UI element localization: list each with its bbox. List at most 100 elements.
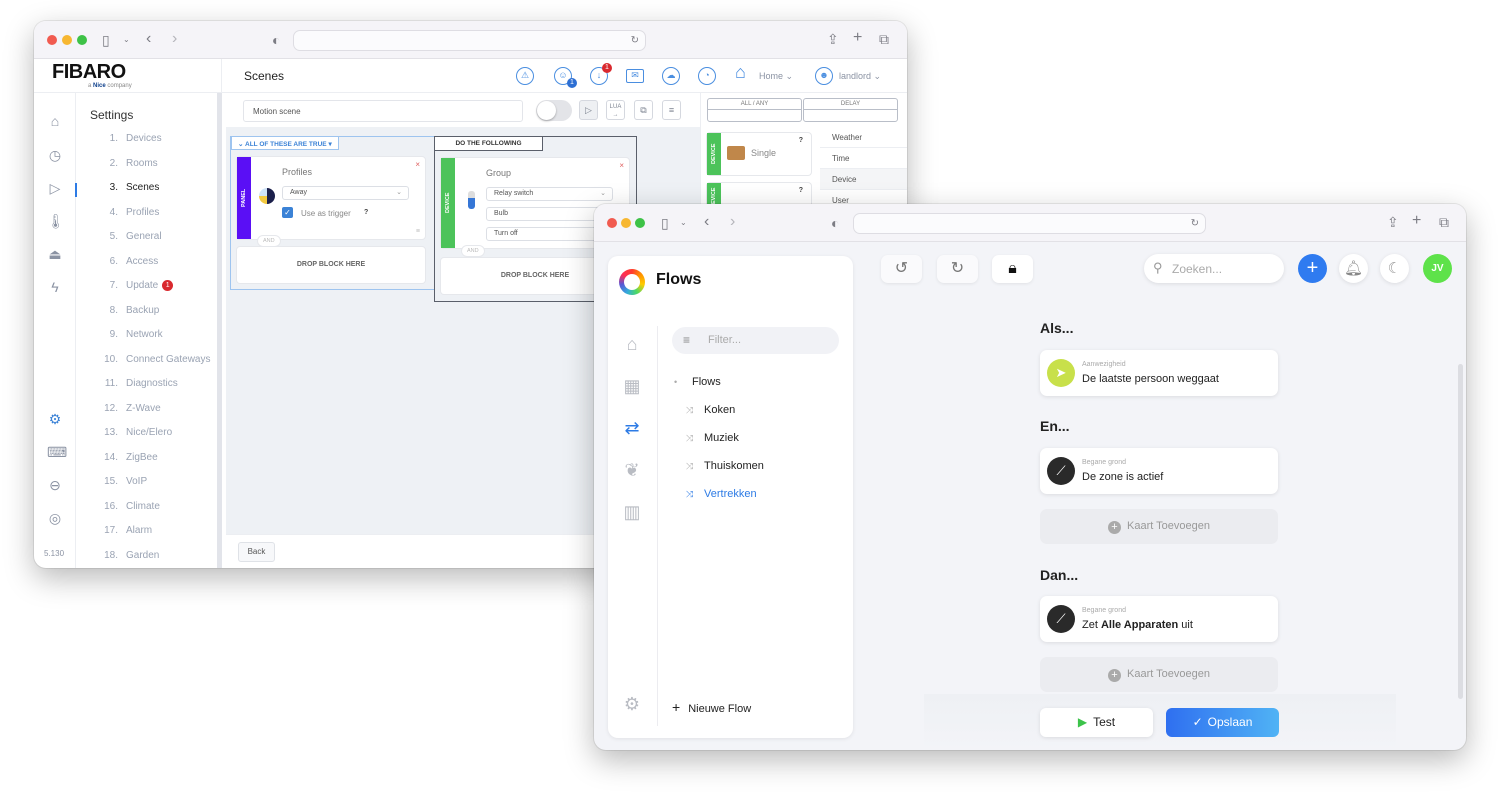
block-category-tab[interactable]: Device <box>820 169 907 190</box>
run-scene-button[interactable]: ▷ <box>579 100 598 120</box>
user-menu[interactable]: landlord ⌄ <box>839 71 881 82</box>
forward-icon[interactable]: › <box>172 31 177 47</box>
settings-nav-item[interactable]: 9. Network <box>76 329 216 347</box>
convert-to-lua-button[interactable]: LUA → <box>606 100 625 120</box>
user-avatar[interactable]: JV <box>1423 254 1452 283</box>
terminal-icon[interactable]: ⌨ <box>47 444 67 460</box>
notifications-bell-icon[interactable]: 🔔︎ <box>1339 254 1368 283</box>
settings-nav-item[interactable]: 2. Rooms <box>76 158 216 176</box>
home-selector[interactable]: Home ⌄ <box>759 71 793 82</box>
trigger-checkbox[interactable]: ✓ <box>282 207 293 218</box>
undo-button[interactable]: ↺ <box>881 255 922 283</box>
weather-icon[interactable]: ☁ <box>662 67 680 85</box>
address-bar[interactable]: ↻ <box>853 213 1206 234</box>
alarm-icon[interactable]: ⏏ <box>47 246 63 262</box>
all-any-block[interactable]: ALL / ANY <box>707 98 802 122</box>
settings-nav-item[interactable]: 10. Connect Gateways <box>76 354 216 372</box>
flow-list-item[interactable]: ⤨ Vertrekken <box>686 488 757 500</box>
share-icon[interactable]: ⇪ <box>1387 215 1399 229</box>
close-window-button[interactable] <box>47 35 57 45</box>
insights-chart-icon[interactable]: ▥ <box>622 502 642 522</box>
profiles-condition-block[interactable]: PANEL × Profiles Away ⌄ ✓ Use as trigger … <box>237 157 425 239</box>
settings-nav-item[interactable]: 11. Diagnostics <box>76 378 216 396</box>
close-window-button[interactable] <box>607 218 617 228</box>
home-icon[interactable]: ⌂ <box>622 334 642 354</box>
scene-enable-toggle[interactable] <box>536 100 572 121</box>
settings-nav-item[interactable]: 14. ZigBee <box>76 452 216 470</box>
settings-gear-icon[interactable]: ⚙ <box>622 694 642 714</box>
scene-name-input[interactable]: Motion scene <box>243 100 523 122</box>
new-flow-button[interactable]: + Nieuwe Flow <box>672 699 751 715</box>
energy-leaf-icon[interactable]: ❦ <box>622 460 642 480</box>
tabs-overview-icon[interactable]: ⧉ <box>879 32 889 46</box>
dashboard-gauge-icon[interactable]: ◔ <box>698 67 716 85</box>
user-avatar-icon[interactable]: ☻ <box>815 67 833 85</box>
energy-icon[interactable]: ϟ <box>47 279 63 295</box>
add-action-card-button[interactable]: + Kaart Toevoegen <box>1040 657 1278 692</box>
settings-nav-item[interactable]: 15. VoIP <box>76 476 216 494</box>
remove-block-icon[interactable]: × <box>415 160 420 169</box>
condition-card[interactable]: ⟋ Begane grond De zone is actief <box>1040 448 1278 494</box>
add-button[interactable]: + <box>1298 254 1327 283</box>
address-bar[interactable]: ↻ <box>293 30 646 51</box>
device-type-select[interactable]: Relay switch ⌄ <box>486 187 613 201</box>
add-condition-card-button[interactable]: + Kaart Toevoegen <box>1040 509 1278 544</box>
conditions-mode-dropdown[interactable]: ⌄ ALL OF THESE ARE TRUE ▾ <box>231 136 339 150</box>
back-button[interactable]: Back <box>238 542 275 562</box>
tabs-overview-icon[interactable]: ⧉ <box>1439 215 1449 229</box>
scene-menu-button[interactable]: ≡ <box>662 100 681 120</box>
flows-shuffle-icon[interactable]: ⇄ <box>622 418 642 438</box>
trigger-card[interactable]: ➤ Aanwezigheid De laatste persoon weggaa… <box>1040 350 1278 396</box>
settings-nav-item[interactable]: 7. Update 1 <box>76 280 216 298</box>
settings-nav-item[interactable]: 16. Climate <box>76 501 216 519</box>
network-icon[interactable]: ⊖ <box>47 477 63 493</box>
settings-nav-item[interactable]: 12. Z-Wave <box>76 403 216 421</box>
back-icon[interactable]: ‹ <box>704 214 709 230</box>
redo-button[interactable]: ↻ <box>937 255 978 283</box>
flow-list-item[interactable]: ⤨ Koken <box>686 404 735 416</box>
help-icon[interactable]: ? <box>799 137 803 144</box>
reload-icon[interactable]: ↻ <box>1191 217 1199 231</box>
minimize-window-button[interactable] <box>62 35 72 45</box>
forward-icon[interactable]: › <box>730 214 735 230</box>
chevron-down-icon[interactable]: ⌄ <box>680 216 687 230</box>
settings-nav-item[interactable]: 1. Devices <box>76 133 216 151</box>
back-icon[interactable]: ‹ <box>146 31 151 47</box>
block-category-tab[interactable]: Time <box>820 148 907 169</box>
flows-tree-root[interactable]: • Flows <box>674 376 721 388</box>
settings-nav-item[interactable]: 4. Profiles <box>76 207 216 225</box>
scenes-icon[interactable]: ▷ <box>47 180 63 196</box>
new-tab-icon[interactable]: + <box>853 30 862 46</box>
delay-block[interactable]: DELAY <box>803 98 898 122</box>
home-location-icon[interactable]: ⌂ <box>735 63 746 81</box>
action-card[interactable]: ⟋ Begane grond Zet Alle Apparaten uit <box>1040 596 1278 642</box>
flow-list-item[interactable]: ⤨ Thuiskomen <box>686 460 764 472</box>
profile-select[interactable]: Away ⌄ <box>282 186 409 200</box>
minimize-window-button[interactable] <box>621 218 631 228</box>
settings-nav-item[interactable]: 3. Scenes <box>75 182 216 200</box>
maximize-window-button[interactable] <box>77 35 87 45</box>
filter-input[interactable]: ≡ Filter... <box>672 327 839 354</box>
new-tab-icon[interactable]: + <box>1412 213 1421 229</box>
block-category-tab[interactable]: Weather <box>820 127 907 148</box>
help-icon[interactable]: ? <box>799 187 803 194</box>
support-icon[interactable]: ◎ <box>47 510 63 526</box>
climate-icon[interactable]: 🌡︎ <box>47 213 65 229</box>
share-icon[interactable]: ⇪ <box>827 32 839 46</box>
sidebar-toggle-icon[interactable]: ▯ <box>661 216 669 230</box>
alarm-status-icon[interactable]: ⚠ <box>516 67 534 85</box>
dashboard-grid-icon[interactable]: ▦ <box>622 376 642 396</box>
help-icon[interactable]: ? <box>364 209 368 216</box>
maximize-window-button[interactable] <box>635 218 645 228</box>
test-button[interactable]: ▶ Test <box>1040 708 1153 737</box>
sidebar-toggle-icon[interactable]: ▯ <box>102 33 110 47</box>
settings-nav-item[interactable]: 6. Access <box>76 256 216 274</box>
reload-icon[interactable]: ↻ <box>631 34 639 48</box>
home-icon[interactable]: ⌂ <box>47 113 63 129</box>
settings-nav-item[interactable]: 17. Alarm <box>76 525 216 543</box>
settings-nav-item[interactable]: 18. Garden <box>76 550 216 568</box>
copy-scene-button[interactable]: ⧉ <box>634 100 653 120</box>
search-input[interactable]: ⚲ Zoeken... <box>1144 254 1284 283</box>
lock-button[interactable]: 🔒︎ <box>992 255 1033 283</box>
chevron-down-icon[interactable]: ⌄ <box>123 33 130 47</box>
